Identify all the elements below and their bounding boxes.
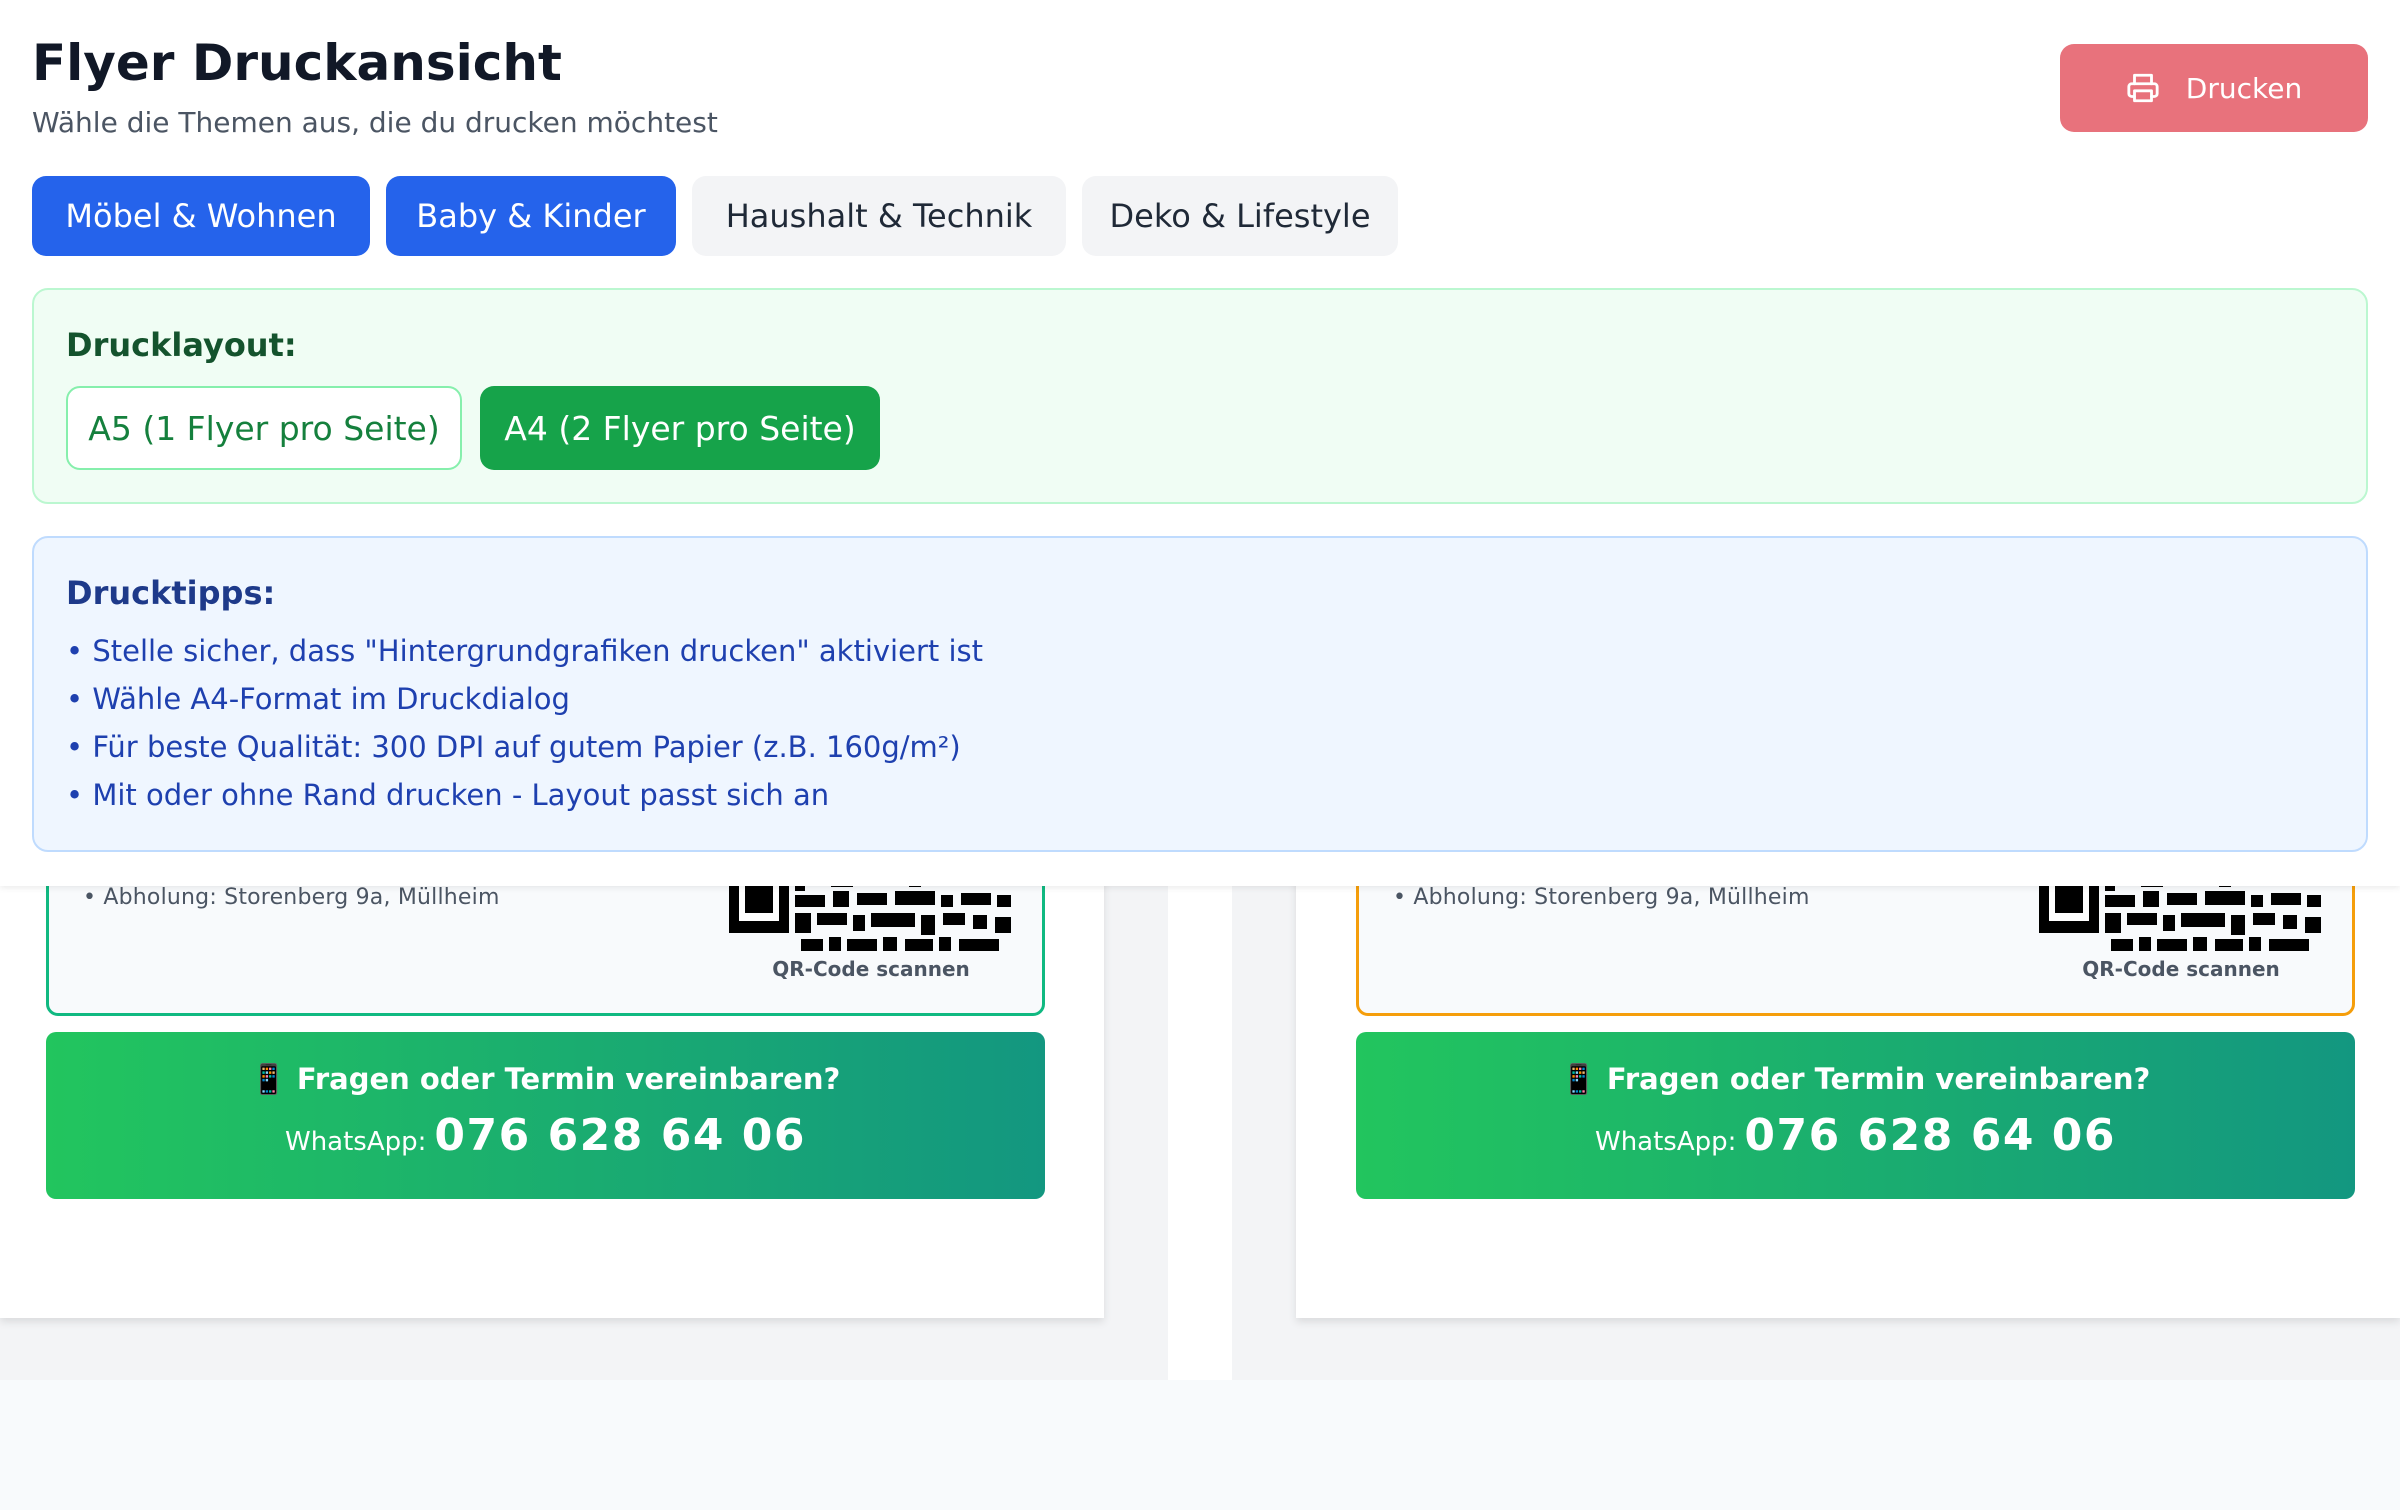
contact-question: 📱 Fragen oder Termin vereinbaren? bbox=[250, 1062, 841, 1096]
layout-option-a4[interactable]: A4 (2 Flyer pro Seite) bbox=[480, 386, 880, 470]
whatsapp-line: WhatsApp: 076 628 64 06 bbox=[46, 1110, 1045, 1161]
layout-heading: Drucklayout: bbox=[66, 326, 297, 364]
qr-label: QR-Code scannen bbox=[2082, 957, 2280, 981]
qr-label: QR-Code scannen bbox=[772, 957, 970, 981]
page-subtitle: Wähle die Themen aus, die du drucken möc… bbox=[32, 106, 718, 139]
print-tips-section: Drucktipps: • Stelle sicher, dass "Hinte… bbox=[32, 536, 2368, 852]
topic-deko-lifestyle[interactable]: Deko & Lifestyle bbox=[1082, 176, 1398, 256]
tip-item: • Mit oder ohne Rand drucken - Layout pa… bbox=[66, 778, 830, 812]
print-button[interactable]: Drucken bbox=[2060, 44, 2368, 132]
topic-baby-kinder[interactable]: Baby & Kinder bbox=[386, 176, 676, 256]
topic-moebel-wohnen[interactable]: Möbel & Wohnen bbox=[32, 176, 370, 256]
contact-question: 📱 Fragen oder Termin vereinbaren? bbox=[1560, 1062, 2151, 1096]
qr-code-icon bbox=[729, 873, 1013, 965]
print-layout-section: Drucklayout: A5 (1 Flyer pro Seite) A4 (… bbox=[32, 288, 2368, 504]
layout-option-a5[interactable]: A5 (1 Flyer pro Seite) bbox=[66, 386, 462, 470]
tip-item: • Wähle A4-Format im Druckdialog bbox=[66, 682, 570, 716]
topic-haushalt-technik[interactable]: Haushalt & Technik bbox=[692, 176, 1066, 256]
whatsapp-contact-box: 📱 Fragen oder Termin vereinbaren? WhatsA… bbox=[1356, 1032, 2355, 1199]
whatsapp-contact-box: 📱 Fragen oder Termin vereinbaren? WhatsA… bbox=[46, 1032, 1045, 1199]
print-control-panel: Flyer Druckansicht Wähle die Themen aus,… bbox=[0, 0, 2400, 886]
whatsapp-label: WhatsApp: bbox=[1594, 1127, 1737, 1157]
whatsapp-label: WhatsApp: bbox=[284, 1127, 427, 1157]
printer-icon bbox=[2126, 71, 2160, 105]
whatsapp-number: 076 628 64 06 bbox=[1744, 1110, 2117, 1161]
tip-item: • Für beste Qualität: 300 DPI auf gutem … bbox=[66, 730, 961, 764]
tip-item: • Stelle sicher, dass "Hintergrundgrafik… bbox=[66, 634, 983, 668]
print-button-label: Drucken bbox=[2185, 71, 2303, 105]
tips-heading: Drucktipps: bbox=[66, 574, 276, 612]
pickup-address: • Abholung: Storenberg 9a, Müllheim bbox=[1393, 885, 1810, 910]
whatsapp-number: 076 628 64 06 bbox=[434, 1110, 807, 1161]
qr-code-icon bbox=[2039, 873, 2323, 965]
pickup-address: • Abholung: Storenberg 9a, Müllheim bbox=[83, 885, 500, 910]
whatsapp-line: WhatsApp: 076 628 64 06 bbox=[1356, 1110, 2355, 1161]
page-title: Flyer Druckansicht bbox=[32, 34, 562, 92]
